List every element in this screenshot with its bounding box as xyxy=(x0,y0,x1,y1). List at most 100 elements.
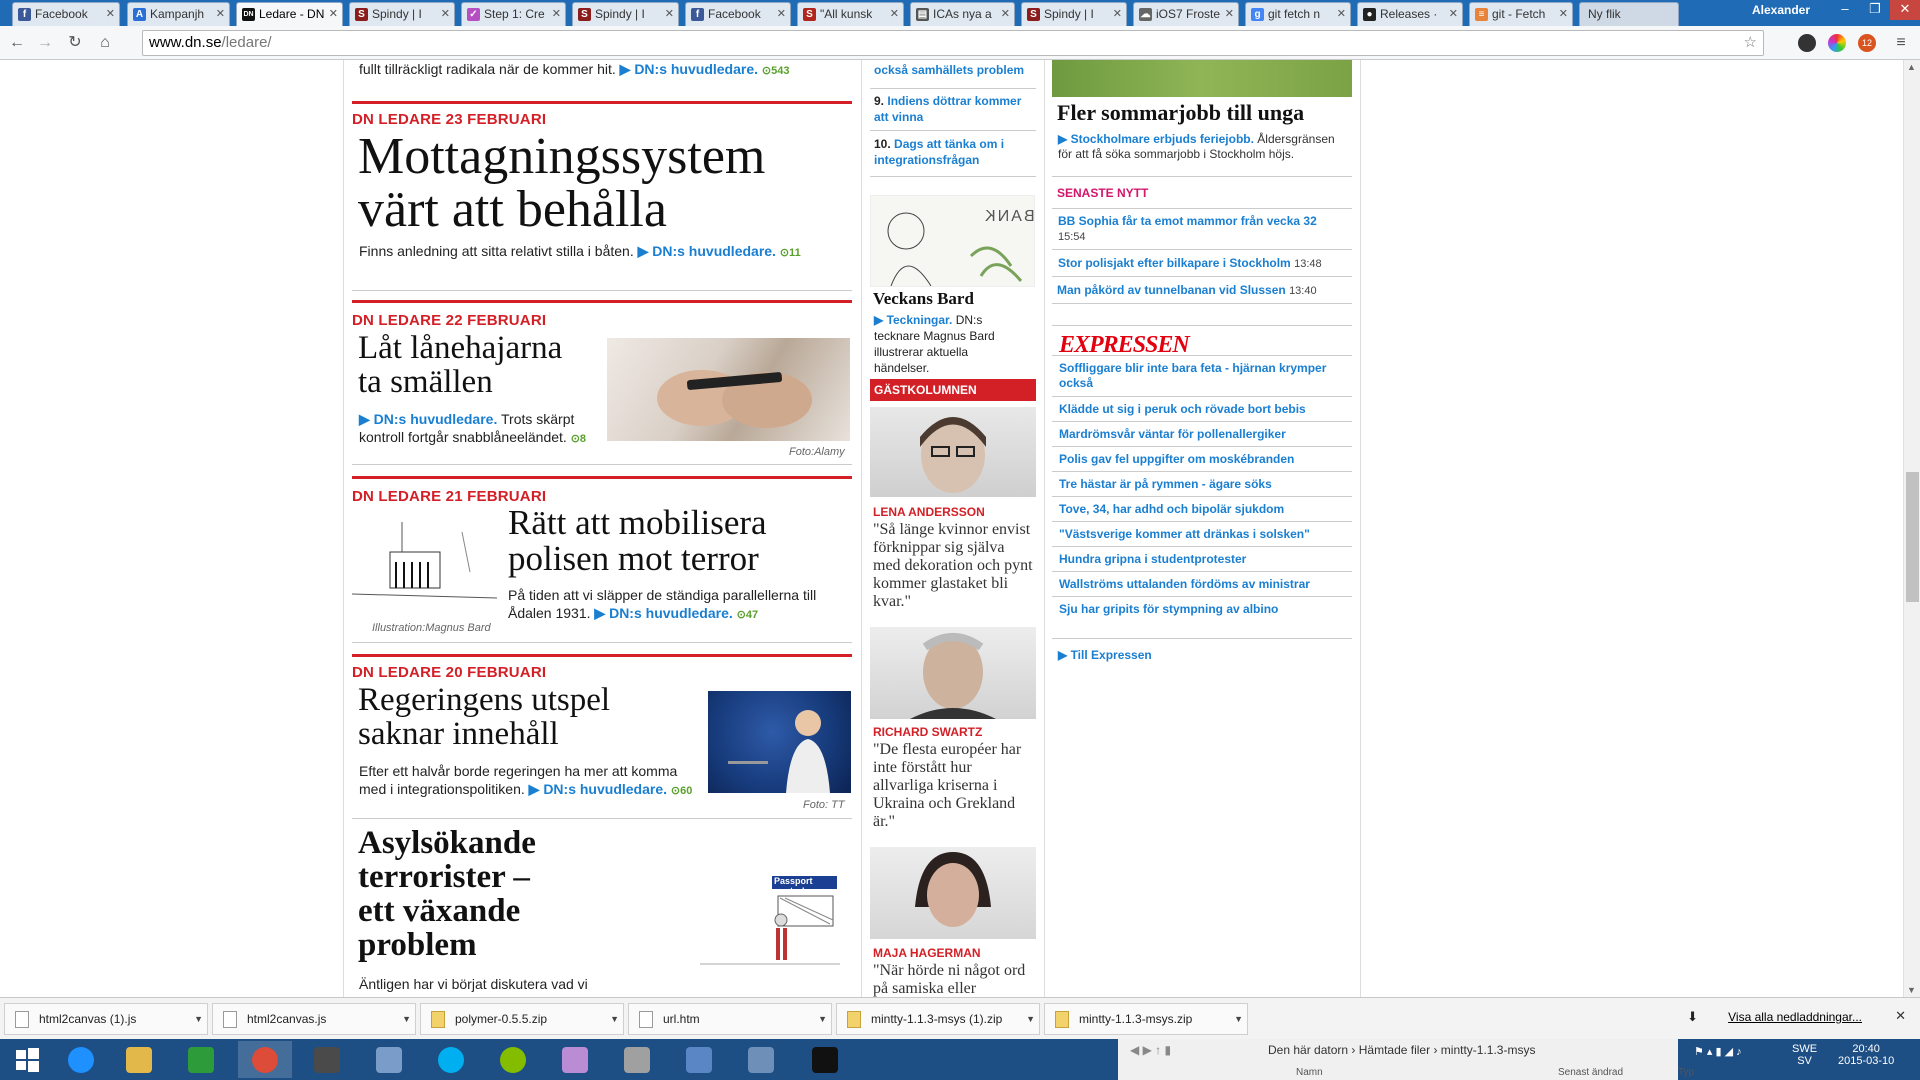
passport-control-illustration[interactable]: Passport control xyxy=(690,868,845,983)
huvudledare-link[interactable]: ▶ DN:s huvudledare. xyxy=(594,605,732,621)
download-item[interactable]: mintty-1.1.3-msys (1).zip ▼ xyxy=(836,1003,1040,1035)
notification-badge-icon[interactable]: 12 xyxy=(1858,34,1876,52)
most-read-text[interactable]: Indiens döttrar kommer att vinna xyxy=(874,94,1021,124)
most-read-item[interactable]: 9. Indiens döttrar kommer att vinna xyxy=(874,93,1034,125)
browser-tab[interactable]: Ny flik xyxy=(1579,2,1679,26)
bard-title[interactable]: Veckans Bard xyxy=(873,290,974,308)
tool-icon[interactable] xyxy=(610,1041,664,1078)
most-read-item[interactable]: också samhällets problem xyxy=(874,62,1024,78)
comment-count[interactable]: ⊙47 xyxy=(737,609,758,621)
summer-job-photo[interactable] xyxy=(1052,60,1352,97)
columnist-quote[interactable]: "Så länge kvinnor envist förknippar sig … xyxy=(873,521,1033,611)
paint-icon[interactable] xyxy=(548,1041,602,1078)
headline-line[interactable]: problem xyxy=(358,928,536,962)
close-tab-icon[interactable]: ✕ xyxy=(1449,3,1458,25)
minimize-button[interactable]: – xyxy=(1830,0,1860,20)
close-window-button[interactable]: ✕ xyxy=(1890,0,1920,20)
close-tab-icon[interactable]: ✕ xyxy=(777,3,786,25)
columnist-portrait[interactable] xyxy=(870,627,1036,719)
bookmark-star-icon[interactable]: ☆ xyxy=(1744,31,1757,55)
file-explorer-window[interactable]: ◀ ▶ ↑ ▮ Den här datorn › Hämtade filer ›… xyxy=(1118,1039,1694,1080)
close-tab-icon[interactable]: ✕ xyxy=(216,3,225,25)
huvudledare-link[interactable]: ▶ DN:s huvudledare. xyxy=(638,243,776,259)
tray-icons[interactable]: ⚑ ▴ ▮ ◢ ♪ xyxy=(1694,1045,1742,1058)
columnist-name[interactable]: RICHARD SWARTZ xyxy=(873,725,982,739)
columnist-quote[interactable]: "De flesta européer har inte förstått hu… xyxy=(873,741,1033,831)
browser-tab[interactable]: ▤ ICAs nya a ✕ xyxy=(910,2,1015,26)
comment-count[interactable]: ⊙543 xyxy=(762,65,790,77)
close-tab-icon[interactable]: ✕ xyxy=(441,3,450,25)
article-headline[interactable]: Mottagningssystem värt att behålla xyxy=(358,130,765,236)
network-icon[interactable] xyxy=(362,1041,416,1078)
reload-icon[interactable]: ↻ xyxy=(64,32,86,54)
headline-line[interactable]: Låt lånehajarna xyxy=(358,331,562,366)
close-tab-icon[interactable]: ✕ xyxy=(1559,3,1568,25)
expressen-item[interactable]: Soffliggare blir inte bara feta - hjärna… xyxy=(1059,361,1339,391)
latest-news-text[interactable]: BB Sophia får ta emot mammor från vecka … xyxy=(1058,214,1317,228)
close-tab-icon[interactable]: ✕ xyxy=(1113,3,1122,25)
close-tab-icon[interactable]: ✕ xyxy=(1001,3,1010,25)
store-icon[interactable] xyxy=(174,1041,228,1078)
expressen-item[interactable]: Klädde ut sig i peruk och rövade bort be… xyxy=(1059,402,1339,417)
columnist-portrait[interactable] xyxy=(870,847,1036,939)
start-icon[interactable] xyxy=(0,1041,54,1078)
url-input[interactable]: www.dn.se/ledare/ ☆ xyxy=(142,30,1764,56)
sublime-icon[interactable] xyxy=(300,1041,354,1078)
comment-count[interactable]: ⊙11 xyxy=(780,247,801,259)
download-item[interactable]: polymer-0.5.5.zip ▼ xyxy=(420,1003,624,1035)
download-menu-icon[interactable]: ▼ xyxy=(610,1004,619,1034)
headline-line[interactable]: terrorister – xyxy=(358,860,536,894)
columnist-name[interactable]: MAJA HAGERMAN xyxy=(873,946,981,960)
spotify-icon[interactable] xyxy=(486,1041,540,1078)
columnist-portrait[interactable] xyxy=(870,407,1036,497)
browser-tab[interactable]: S Spindy | I ✕ xyxy=(349,2,455,26)
scroll-down-icon[interactable]: ▼ xyxy=(1907,985,1916,995)
skype-icon[interactable] xyxy=(424,1041,478,1078)
browser-tab[interactable]: ☁ iOS7 Froste ✕ xyxy=(1133,2,1239,26)
home-icon[interactable]: ⌂ xyxy=(94,32,116,54)
expressen-item[interactable]: Hundra gripna i studentprotester xyxy=(1059,552,1339,567)
download-item[interactable]: mintty-1.1.3-msys.zip ▼ xyxy=(1044,1003,1248,1035)
close-tab-icon[interactable]: ✕ xyxy=(665,3,674,25)
chrome-icon[interactable] xyxy=(238,1041,292,1078)
remote-icon[interactable] xyxy=(672,1041,726,1078)
article-headline[interactable]: Låt lånehajarna ta smällen xyxy=(358,331,562,399)
breadcrumb-item[interactable]: Hämtade filer xyxy=(1359,1043,1430,1057)
browser-tab[interactable]: ● Releases · ✕ xyxy=(1357,2,1463,26)
expressen-item[interactable]: "Västsverige kommer att dränkas i solske… xyxy=(1059,527,1339,542)
browser-tab[interactable]: S "All kunsk ✕ xyxy=(797,2,904,26)
close-tab-icon[interactable]: ✕ xyxy=(1337,3,1346,25)
scroll-up-icon[interactable]: ▲ xyxy=(1907,62,1916,72)
headline-line[interactable]: polisen mot terror xyxy=(508,540,767,577)
monitor-icon[interactable] xyxy=(734,1041,788,1078)
columnist-name[interactable]: LENA ANDERSSON xyxy=(873,505,985,519)
menu-icon[interactable]: ≡ xyxy=(1890,32,1912,54)
browser-tab[interactable]: DN Ledare - DN ✕ xyxy=(236,2,343,26)
forward-icon[interactable]: → xyxy=(34,32,56,54)
latest-news-text[interactable]: Man påkörd av tunnelbanan vid Slussen xyxy=(1057,283,1286,297)
headline-line[interactable]: Mottagningssystem xyxy=(358,130,765,183)
headline-line[interactable]: Asylsökande xyxy=(358,826,536,860)
explorer-breadcrumb[interactable]: Den här datorn › Hämtade filer › mintty-… xyxy=(1268,1043,1535,1057)
expressen-item[interactable]: Polis gav fel uppgifter om moskébranden xyxy=(1059,452,1339,467)
feature-title[interactable]: Fler sommarjobb till unga xyxy=(1057,101,1304,124)
columnist-quote[interactable]: "När hörde ni något ord på samiska eller xyxy=(873,962,1033,997)
download-menu-icon[interactable]: ▼ xyxy=(194,1004,203,1034)
vertical-scrollbar[interactable]: ▲ ▼ xyxy=(1903,60,1920,997)
to-expressen-link[interactable]: ▶ Till Expressen xyxy=(1058,648,1152,663)
browser-tab[interactable]: ✓ Step 1: Cre ✕ xyxy=(461,2,566,26)
download-menu-icon[interactable]: ▼ xyxy=(818,1004,827,1034)
breadcrumb-item[interactable]: Den här datorn xyxy=(1268,1043,1348,1057)
expressen-item[interactable]: Mardrömsvår väntar för pollenallergiker xyxy=(1059,427,1339,442)
article-headline[interactable]: Rätt att mobilisera polisen mot terror xyxy=(508,505,767,576)
close-tab-icon[interactable]: ✕ xyxy=(106,3,115,25)
ie-icon[interactable] xyxy=(54,1041,108,1078)
maximize-button[interactable]: ❐ xyxy=(1860,0,1890,20)
latest-news-item[interactable]: Man påkörd av tunnelbanan vid Slussen 13… xyxy=(1057,283,1317,299)
politician-photo[interactable] xyxy=(708,691,851,793)
huvudledare-link[interactable]: ▶ DN:s huvudledare. xyxy=(529,781,667,797)
headline-line[interactable]: Rätt att mobilisera xyxy=(508,505,767,541)
expressen-item[interactable]: Tove, 34, har adhd och bipolär sjukdom xyxy=(1059,502,1339,517)
loan-shark-photo[interactable] xyxy=(607,338,850,441)
column-header[interactable]: Namn xyxy=(1296,1067,1323,1078)
